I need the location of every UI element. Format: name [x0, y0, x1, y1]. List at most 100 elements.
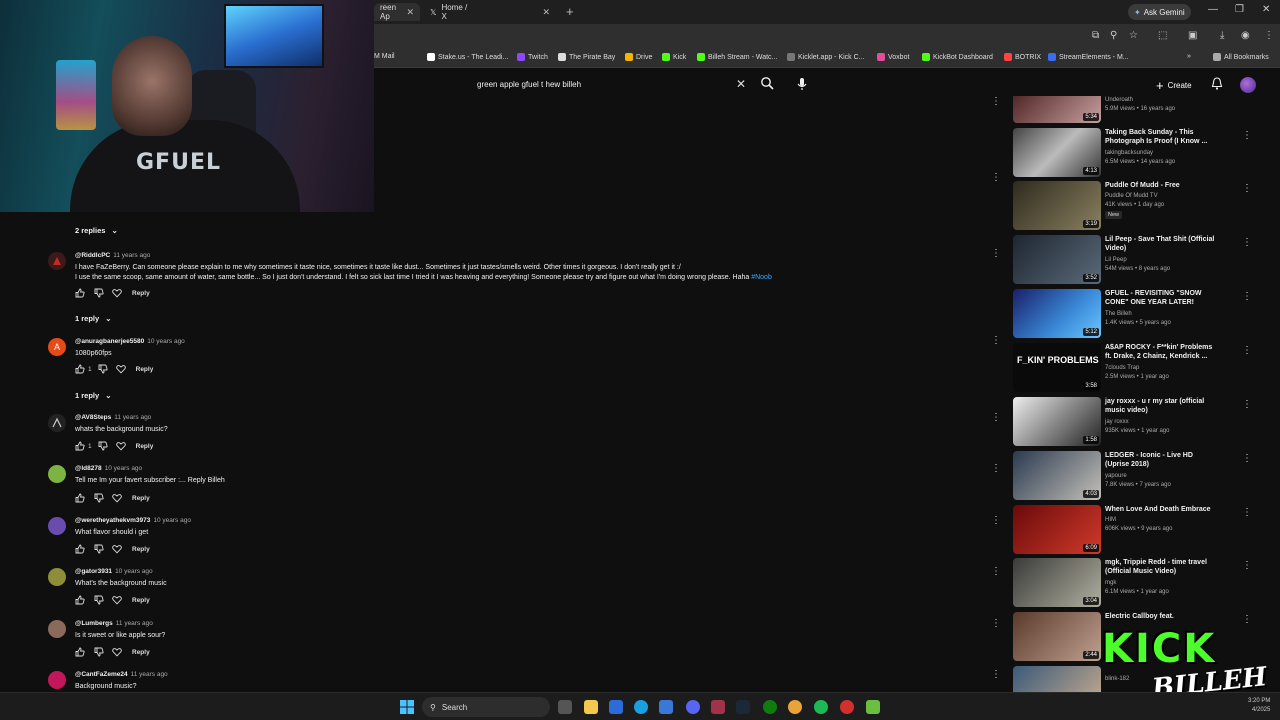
- comment-author[interactable]: @CantFaZeme24: [75, 671, 128, 678]
- more-options-icon[interactable]: ⋮: [991, 335, 1001, 346]
- like-icon[interactable]: [75, 544, 85, 554]
- video-title[interactable]: When Love And Death Embrace: [1105, 505, 1217, 514]
- channel-name[interactable]: Underoath: [1105, 97, 1133, 103]
- close-tab-icon[interactable]: ✕: [406, 7, 414, 18]
- bookmark-botrix[interactable]: BOTRIX: [1004, 53, 1041, 61]
- more-options-icon[interactable]: ⋮: [1242, 237, 1252, 248]
- heart-icon[interactable]: [115, 441, 126, 451]
- video-thumbnail[interactable]: 5:34: [1013, 96, 1101, 123]
- comment-time[interactable]: 10 years ago: [153, 517, 191, 524]
- related-video[interactable]: 1:58 jay roxxx - u r my star (official m…: [1013, 397, 1252, 449]
- video-title[interactable]: Puddle Of Mudd - Free: [1105, 181, 1217, 190]
- minimize-icon[interactable]: —: [1208, 4, 1218, 15]
- avatar[interactable]: [48, 465, 66, 483]
- related-video[interactable]: 4:13 Taking Back Sunday - This Photograp…: [1013, 128, 1252, 180]
- video-thumbnail[interactable]: 1:58: [1013, 397, 1101, 446]
- close-window-icon[interactable]: ✕: [1262, 4, 1270, 15]
- more-options-icon[interactable]: ⋮: [991, 248, 1001, 259]
- video-title[interactable]: mgk, Trippie Redd - time travel (Officia…: [1105, 558, 1217, 576]
- comment-author[interactable]: @AV8Steps: [75, 414, 111, 421]
- more-options-icon[interactable]: ⋮: [991, 412, 1001, 423]
- reply-button[interactable]: Reply: [136, 366, 154, 373]
- clock[interactable]: 3:20 PM 4/2025: [1248, 697, 1270, 715]
- dislike-icon[interactable]: [98, 441, 108, 451]
- bookmark-piratebay[interactable]: The Pirate Bay: [558, 53, 615, 61]
- clear-search-icon[interactable]: ✕: [736, 77, 746, 91]
- reply-button[interactable]: Reply: [136, 443, 154, 450]
- video-thumbnail[interactable]: F_KIN' PROBLEMS 3:58: [1013, 343, 1101, 392]
- more-options-icon[interactable]: ⋮: [1242, 183, 1252, 194]
- tab-x-home[interactable]: 𝕏 Home / X ✕: [424, 3, 556, 21]
- steam-icon[interactable]: [736, 700, 750, 714]
- more-options-icon[interactable]: ⋮: [991, 618, 1001, 629]
- related-video[interactable]: 5:34 Underoath 5.9M views • 16 years ago: [1013, 96, 1243, 126]
- comment-time[interactable]: 11 years ago: [131, 671, 168, 678]
- channel-name[interactable]: The Billeh: [1105, 311, 1132, 317]
- more-options-icon[interactable]: ⋮: [1242, 130, 1252, 141]
- comment-author[interactable]: @anuragbanerjee5580: [75, 338, 144, 345]
- replies-toggle[interactable]: 2 replies ⌄: [75, 226, 118, 235]
- create-button[interactable]: + Create: [1156, 78, 1192, 93]
- avatar[interactable]: [48, 620, 66, 638]
- comment-time[interactable]: 10 years ago: [115, 568, 153, 575]
- reply-button[interactable]: Reply: [132, 597, 150, 604]
- dislike-icon[interactable]: [94, 595, 104, 605]
- avatar[interactable]: A: [48, 338, 66, 356]
- channel-name[interactable]: 7clouds Trap: [1105, 365, 1139, 371]
- like-icon[interactable]: [75, 441, 85, 451]
- obs-like-icon[interactable]: [711, 700, 725, 714]
- heart-icon[interactable]: [115, 364, 126, 374]
- dislike-icon[interactable]: [98, 364, 108, 374]
- video-title[interactable]: Electric Callboy feat.: [1105, 612, 1217, 621]
- comment-time[interactable]: 11 years ago: [116, 620, 153, 627]
- avatar[interactable]: [48, 517, 66, 535]
- avatar[interactable]: [48, 671, 66, 689]
- video-title[interactable]: jay roxxx - u r my star (official music …: [1105, 397, 1217, 415]
- bookmark-voxbot[interactable]: Voxbot: [877, 53, 909, 61]
- related-video[interactable]: 6:09 When Love And Death Embrace HIM 606…: [1013, 505, 1252, 557]
- avatar[interactable]: [48, 568, 66, 586]
- video-thumbnail[interactable]: 4:03: [1013, 451, 1101, 500]
- bookmark-kick[interactable]: Kick: [662, 53, 686, 61]
- app-green-icon[interactable]: [866, 700, 880, 714]
- downloads-icon[interactable]: ⤓: [1220, 30, 1224, 41]
- all-bookmarks[interactable]: All Bookmarks: [1213, 53, 1269, 61]
- xbox-icon[interactable]: [763, 700, 777, 714]
- account-avatar[interactable]: [1240, 77, 1256, 93]
- dislike-icon[interactable]: [94, 647, 104, 657]
- bookmark-mail[interactable]: M Mail: [374, 53, 395, 60]
- more-options-icon[interactable]: ⋮: [1242, 614, 1252, 625]
- channel-name[interactable]: jay roxxx: [1105, 419, 1129, 425]
- channel-name[interactable]: Puddle Of Mudd TV: [1105, 193, 1158, 199]
- video-title[interactable]: GFUEL - REVISITING "SNOW CONE" ONE YEAR …: [1105, 289, 1217, 307]
- video-title[interactable]: LEDGER - Iconic - Live HD (Uprise 2018): [1105, 451, 1217, 469]
- ask-gemini-button[interactable]: ✦ Ask Gemini: [1128, 4, 1191, 20]
- store-icon[interactable]: [609, 700, 623, 714]
- more-options-icon[interactable]: ⋮: [1242, 560, 1252, 571]
- channel-name[interactable]: mgk: [1105, 580, 1116, 586]
- heart-icon[interactable]: [112, 544, 122, 554]
- more-options-icon[interactable]: ⋮: [991, 566, 1001, 577]
- video-thumbnail[interactable]: 3:04: [1013, 558, 1101, 607]
- search-icon[interactable]: [760, 76, 774, 90]
- more-options-icon[interactable]: ⋮: [1242, 291, 1252, 302]
- heart-icon[interactable]: [112, 595, 122, 605]
- hashtag-link[interactable]: #Noob: [751, 274, 772, 281]
- video-title[interactable]: Taking Back Sunday - This Photograph Is …: [1105, 128, 1217, 146]
- browser-menu-icon[interactable]: ⋮: [1264, 30, 1274, 41]
- notifications-bell-icon[interactable]: [1211, 77, 1223, 90]
- reply-button[interactable]: Reply: [132, 546, 150, 553]
- like-icon[interactable]: [75, 647, 85, 657]
- avatar[interactable]: [48, 414, 66, 432]
- edge-icon[interactable]: [634, 700, 648, 714]
- video-title[interactable]: Lil Peep - Save That Shit (Official Vide…: [1105, 235, 1217, 253]
- comment-author[interactable]: @RiddlcPC: [75, 252, 110, 259]
- close-tab-icon[interactable]: ✕: [542, 7, 550, 18]
- file-explorer-icon[interactable]: [584, 700, 598, 714]
- more-options-icon[interactable]: ⋮: [991, 172, 1001, 183]
- comment-author[interactable]: @gator3931: [75, 568, 112, 575]
- extensions-icon[interactable]: ⬚: [1158, 30, 1167, 41]
- related-video[interactable]: 3:52 Lil Peep - Save That Shit (Official…: [1013, 235, 1252, 287]
- comment-author[interactable]: @ld8278: [75, 465, 102, 472]
- bookmark-stake[interactable]: Stake.us - The Leadi...: [427, 53, 508, 61]
